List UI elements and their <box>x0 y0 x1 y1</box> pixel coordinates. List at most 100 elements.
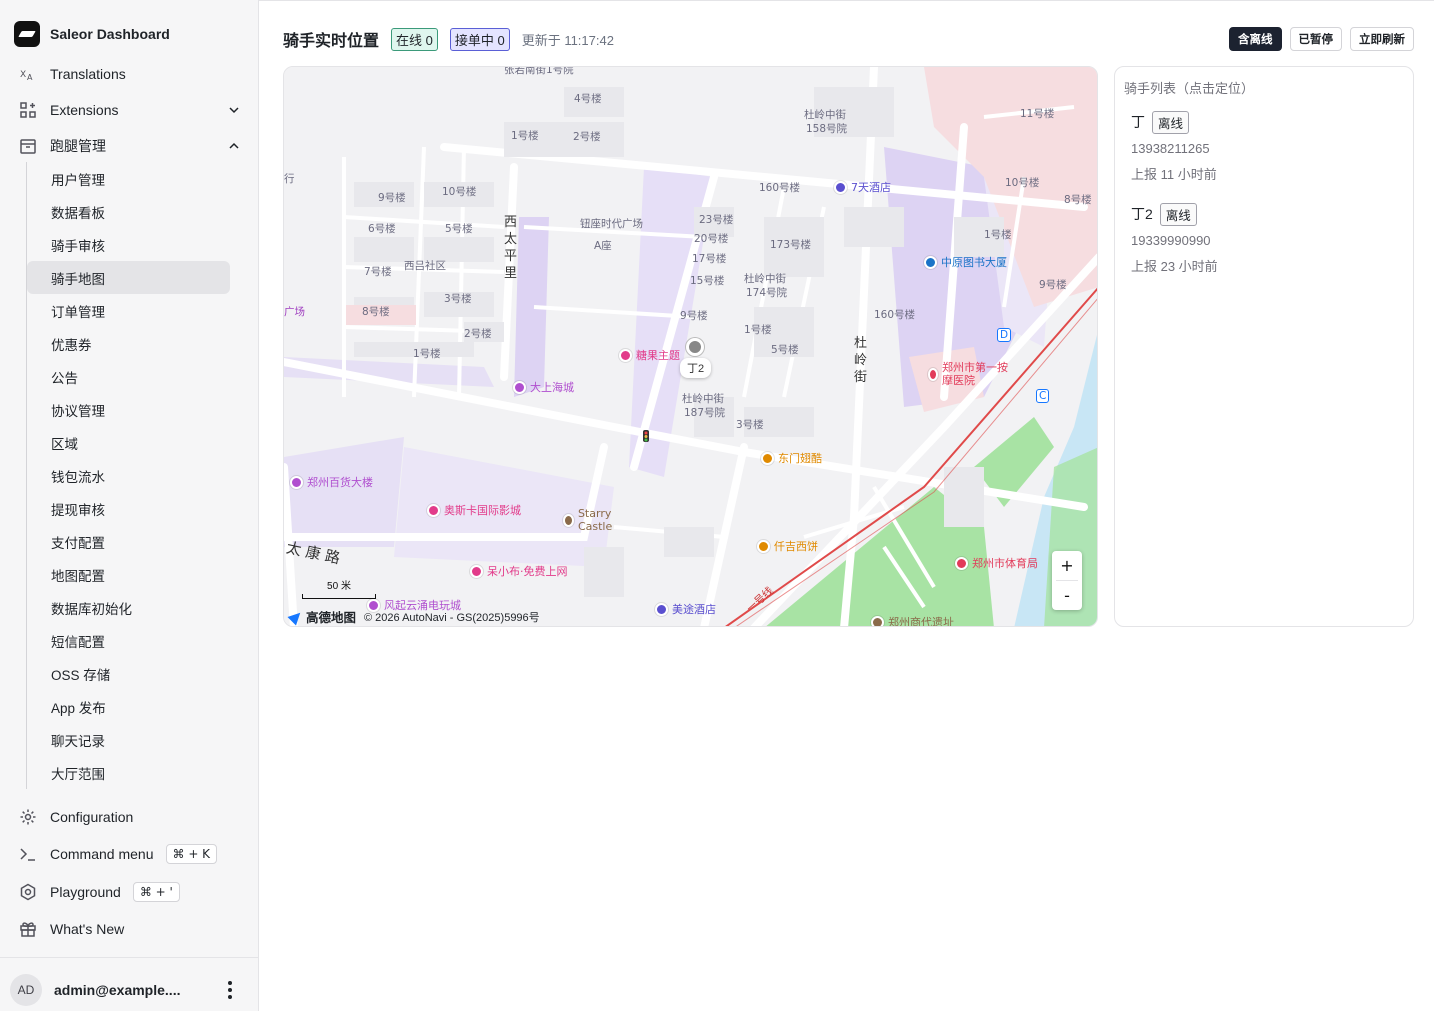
nav-whats-new-label: What's New <box>50 921 125 938</box>
rider-marker[interactable] <box>686 338 704 356</box>
rider-map[interactable]: 张若南街1号院 4号楼 1号楼 2号楼 杜岭中街 158号院 行 9号楼 10号… <box>283 66 1098 627</box>
sub-item-chat-log[interactable]: 聊天记录 <box>27 723 230 756</box>
bookstore-icon <box>924 255 937 269</box>
paused-button[interactable]: 已暂停 <box>1289 27 1342 51</box>
poi-hotel[interactable]: 7天酒店 <box>834 179 891 195</box>
poi-hotel-2[interactable]: 美途酒店 <box>655 601 716 617</box>
poi-label: 呆小布·免费上网 <box>487 565 568 578</box>
nav-whats-new[interactable]: What's New <box>8 911 250 949</box>
include-offline-button[interactable]: 含离线 <box>1229 27 1282 51</box>
shop-icon <box>619 348 632 362</box>
brand[interactable]: Saleor Dashboard <box>14 20 170 48</box>
rider-phone: 19339990990 <box>1131 233 1211 248</box>
nav-translations[interactable]: XA Translations <box>8 56 250 92</box>
sub-item-orders[interactable]: 订单管理 <box>27 294 230 327</box>
poi-label: 仟吉西饼 <box>774 540 818 553</box>
rider-list-title: 骑手列表（点击定位） <box>1124 81 1255 96</box>
zoom-out-button[interactable]: - <box>1052 581 1082 610</box>
map-label: 160号楼 <box>759 182 801 194</box>
sub-item-coupons[interactable]: 优惠券 <box>27 327 230 360</box>
poi-department-store[interactable]: 郑州百货大楼 <box>290 474 373 490</box>
sub-item-rider-review[interactable]: 骑手审核 <box>27 228 230 261</box>
sub-item-announcements[interactable]: 公告 <box>27 360 230 393</box>
refresh-now-button[interactable]: 立即刷新 <box>1350 27 1414 51</box>
sub-item-map-config[interactable]: 地图配置 <box>27 558 230 591</box>
app-root: Saleor Dashboard XA Translations Extensi… <box>0 0 1434 1011</box>
poi-bakery[interactable]: 仟吉西饼 <box>757 538 818 554</box>
metro-d-icon: D <box>997 328 1012 342</box>
poi-candy[interactable]: 糖果主题 <box>619 347 680 363</box>
map-label: 5号楼 <box>445 223 473 235</box>
poi-mall[interactable]: 大上海城 <box>513 379 574 395</box>
mall-icon <box>290 475 303 489</box>
grid-plus-icon <box>18 100 38 120</box>
poi-internet-cafe[interactable]: 呆小布·免费上网 <box>470 563 568 579</box>
sub-item-wallet[interactable]: 钱包流水 <box>27 459 230 492</box>
sub-item-hall-range[interactable]: 大厅范围 <box>27 756 230 789</box>
zoom-in-button[interactable]: + <box>1052 551 1082 580</box>
map-label: 4号楼 <box>574 93 602 105</box>
nav-errand[interactable]: 跑腿管理 <box>8 128 250 164</box>
rider-item[interactable]: 丁2 离线 19339990990 上报 23 小时前 <box>1131 202 1391 275</box>
amap-logo: 高德地图 <box>287 607 357 626</box>
avatar: AD <box>10 974 42 1006</box>
sub-item-withdrawals[interactable]: 提现审核 <box>27 492 230 525</box>
translate-icon: XA <box>18 64 38 84</box>
header-actions: 含离线 已暂停 立即刷新 <box>1229 27 1414 51</box>
sub-item-app-release[interactable]: App 发布 <box>27 690 230 723</box>
rider-item[interactable]: 丁 离线 13938211265 上报 11 小时前 <box>1131 110 1391 183</box>
sub-item-sms-config[interactable]: 短信配置 <box>27 624 230 657</box>
page-title: 骑手实时位置 <box>283 33 380 50</box>
rider-status-badge: 离线 <box>1159 202 1197 226</box>
poi-label: 郑州商代遗址 <box>888 616 954 627</box>
poi-bookstore[interactable]: 中原图书大厦 <box>924 254 1007 270</box>
nav-secondary: Configuration Command menu ⌘ + K Playgro… <box>8 798 250 948</box>
poi-cinema[interactable]: 奥斯卡国际影城 <box>427 502 521 518</box>
rider-report-time: 上报 11 小时前 <box>1131 167 1217 182</box>
bakery-icon <box>757 539 770 553</box>
cinema-icon <box>427 503 440 517</box>
sub-item-db-init[interactable]: 数据库初始化 <box>27 591 230 624</box>
poi-sports-bureau[interactable]: 郑州市体育局 <box>955 555 1038 571</box>
nav-extensions[interactable]: Extensions <box>8 92 250 128</box>
more-vertical-icon[interactable] <box>220 980 240 1000</box>
map-label: 1号楼 <box>744 324 772 336</box>
map-label: 158号院 <box>806 123 848 135</box>
map-label: 广场 <box>284 306 305 318</box>
map-label: 里 <box>504 266 518 281</box>
poi-label: 东门翅酷 <box>778 452 822 465</box>
nav-playground[interactable]: Playground ⌘ + ' <box>8 873 250 911</box>
poi-ruins[interactable]: 郑州商代遗址 <box>871 614 954 627</box>
map-label: 23号楼 <box>699 214 734 226</box>
map-label: 8号楼 <box>362 306 390 318</box>
map-label: 10号楼 <box>1005 177 1040 189</box>
sub-item-rider-map[interactable]: 骑手地图 <box>27 261 230 294</box>
nav-configuration[interactable]: Configuration <box>8 798 250 836</box>
sub-item-regions[interactable]: 区域 <box>27 426 230 459</box>
playground-icon <box>18 882 38 902</box>
nav-extensions-label: Extensions <box>50 102 119 118</box>
sub-item-oss[interactable]: OSS 存储 <box>27 657 230 690</box>
map-label: 20号楼 <box>694 233 729 245</box>
rider-name-row: 丁 离线 <box>1131 110 1391 134</box>
food-icon <box>761 451 774 465</box>
map-attribution: 高德地图 © 2026 AutoNavi - GS(2025)5996号 <box>287 607 540 626</box>
hotel-icon <box>834 180 847 194</box>
sub-item-users[interactable]: 用户管理 <box>27 162 230 195</box>
map-label: 街 <box>854 370 868 385</box>
rider-phone: 13938211265 <box>1131 141 1210 156</box>
sub-item-payment-config[interactable]: 支付配置 <box>27 525 230 558</box>
brand-name: Saleor Dashboard <box>50 26 170 42</box>
user-menu[interactable]: AD admin@example.... <box>10 972 248 1008</box>
map-label: A座 <box>594 240 612 252</box>
sub-item-agreements[interactable]: 协议管理 <box>27 393 230 426</box>
chevron-down-icon <box>228 103 240 119</box>
poi-hospital[interactable]: 郑州市第一按摩医院 <box>928 361 1008 387</box>
sub-item-dashboard[interactable]: 数据看板 <box>27 195 230 228</box>
poi-starry-castle[interactable]: Starry Castle <box>563 507 633 533</box>
busy-count-badge: 接单中 0 <box>449 27 510 51</box>
amap-logo-text: 高德地图 <box>306 611 357 625</box>
poi-restaurant[interactable]: 东门翅酷 <box>761 450 822 466</box>
nav-command-menu[interactable]: Command menu ⌘ + K <box>8 836 250 874</box>
chevron-up-icon <box>228 139 240 155</box>
